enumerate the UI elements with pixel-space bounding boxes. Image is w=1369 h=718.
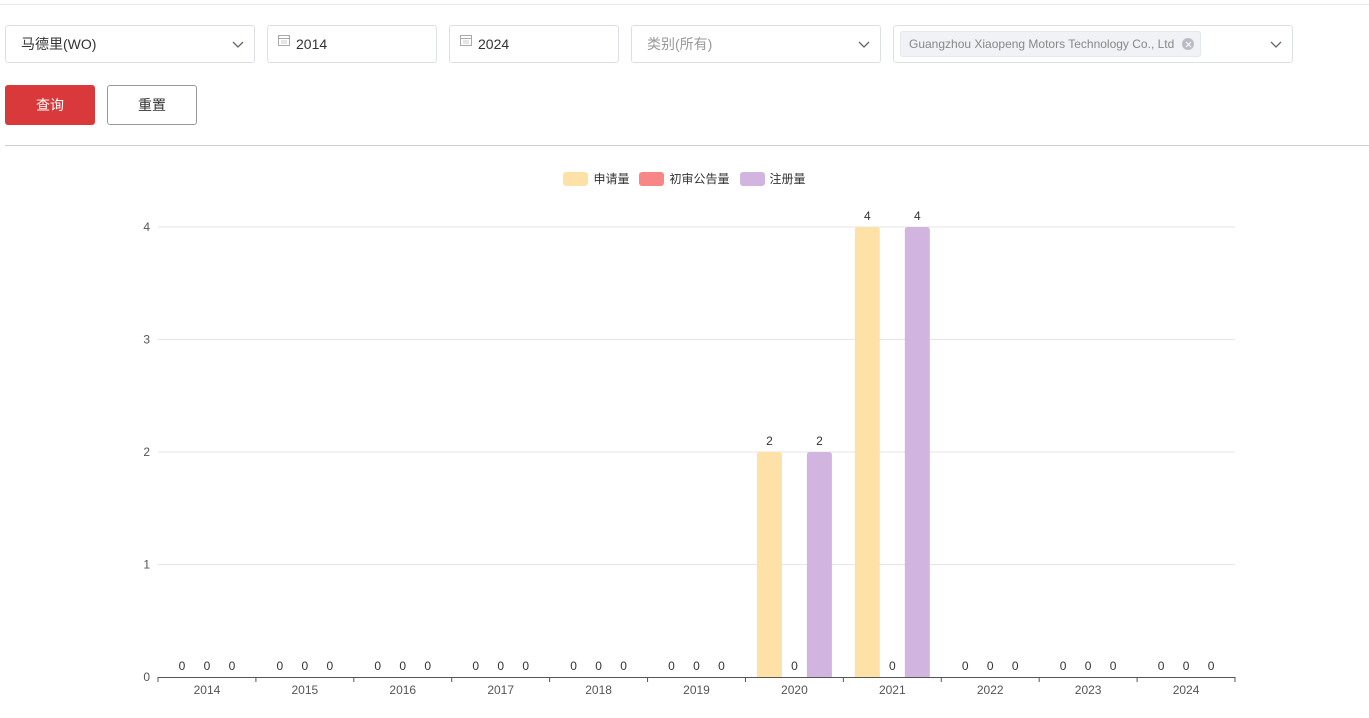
x-tick-label: 2014	[194, 683, 221, 697]
calendar-icon	[278, 35, 290, 46]
legend-label: 注册量	[769, 172, 806, 186]
data-label: 0	[327, 659, 334, 673]
x-tick-label: 2017	[487, 683, 514, 697]
data-label: 0	[497, 659, 504, 673]
legend-swatch	[563, 171, 589, 186]
y-tick-label: 2	[143, 445, 150, 459]
category-placeholder: 类别(所有)	[647, 36, 713, 52]
data-label: 2	[816, 434, 823, 448]
data-label: 0	[962, 659, 969, 673]
data-label: 0	[1085, 659, 1092, 673]
data-label: 0	[620, 659, 627, 673]
chevron-down-icon	[232, 41, 244, 48]
chevron-down-icon	[1270, 41, 1282, 48]
start-year-picker[interactable]: 2014	[267, 25, 437, 63]
data-label: 0	[1183, 659, 1190, 673]
legend-item-registration[interactable]: 注册量	[739, 170, 806, 187]
data-label: 0	[424, 659, 431, 673]
applicant-tag-label: Guangzhou Xiaopeng Motors Technology Co.…	[909, 37, 1175, 51]
query-button[interactable]: 查询	[5, 85, 95, 125]
data-label: 0	[522, 659, 529, 673]
data-label: 0	[229, 659, 236, 673]
y-tick-label: 4	[143, 220, 150, 234]
data-label: 0	[987, 659, 994, 673]
data-label: 0	[1060, 659, 1067, 673]
y-tick-label: 3	[143, 333, 150, 347]
data-label: 0	[1158, 659, 1165, 673]
x-tick-label: 2022	[977, 683, 1004, 697]
data-label: 0	[668, 659, 675, 673]
legend-label: 申请量	[593, 172, 630, 186]
trademark-type-select[interactable]: 马德里(WO)	[5, 25, 255, 63]
data-label: 0	[472, 659, 479, 673]
data-label: 0	[1208, 659, 1215, 673]
bar	[756, 452, 782, 677]
legend-item-preliminary[interactable]: 初审公告量	[639, 170, 730, 187]
data-label: 0	[570, 659, 577, 673]
x-tick-label: 2020	[781, 683, 808, 697]
data-label: 0	[277, 659, 284, 673]
category-select[interactable]: 类别(所有)	[631, 25, 881, 63]
legend-swatch	[639, 171, 665, 186]
data-label: 0	[1012, 659, 1019, 673]
bar	[806, 452, 832, 677]
x-tick-label: 2024	[1173, 683, 1200, 697]
x-tick-label: 2023	[1075, 683, 1102, 697]
data-label: 0	[718, 659, 725, 673]
data-label: 0	[302, 659, 309, 673]
data-label: 0	[1110, 659, 1117, 673]
data-label: 0	[204, 659, 211, 673]
data-label: 4	[864, 209, 871, 223]
data-label: 0	[595, 659, 602, 673]
y-tick-label: 1	[143, 558, 150, 572]
data-label: 2	[766, 434, 773, 448]
end-year-value: 2024	[478, 36, 510, 52]
x-tick-label: 2016	[389, 683, 416, 697]
data-label: 4	[914, 209, 921, 223]
chart-legend: 申请量 初审公告量 注册量	[0, 170, 1369, 187]
section-divider	[5, 145, 1369, 146]
start-year-value: 2014	[296, 36, 328, 52]
legend-swatch	[739, 171, 765, 186]
x-tick-label: 2018	[585, 683, 612, 697]
reset-button[interactable]: 重置	[107, 85, 197, 125]
legend-item-application[interactable]: 申请量	[563, 170, 629, 187]
calendar-icon	[460, 35, 472, 46]
y-tick-label: 0	[143, 670, 150, 684]
data-label: 0	[791, 659, 798, 673]
data-label: 0	[374, 659, 381, 673]
legend-label: 初审公告量	[669, 172, 730, 186]
bar-chart: 0 1 2 3 4 2014 0 0 0 2015 0 0 0 2016 0 0 0 2017 0 0 0 2018 0 0 0…	[143, 209, 1236, 697]
data-label: 0	[889, 659, 896, 673]
bar	[854, 227, 880, 677]
applicant-select[interactable]: Guangzhou Xiaopeng Motors Technology Co.…	[893, 25, 1293, 63]
end-year-picker[interactable]: 2024	[449, 25, 619, 63]
top-border	[0, 4, 1369, 5]
chevron-down-icon	[858, 41, 870, 48]
bar	[904, 227, 930, 677]
close-icon[interactable]	[1182, 38, 1195, 50]
trademark-type-value: 马德里(WO)	[21, 36, 97, 52]
data-label: 0	[693, 659, 700, 673]
applicant-tag: Guangzhou Xiaopeng Motors Technology Co.…	[900, 31, 1202, 57]
data-label: 0	[179, 659, 186, 673]
x-tick-label: 2019	[683, 683, 710, 697]
x-tick-label: 2021	[879, 683, 906, 697]
x-tick-label: 2015	[292, 683, 319, 697]
data-label: 0	[399, 659, 406, 673]
